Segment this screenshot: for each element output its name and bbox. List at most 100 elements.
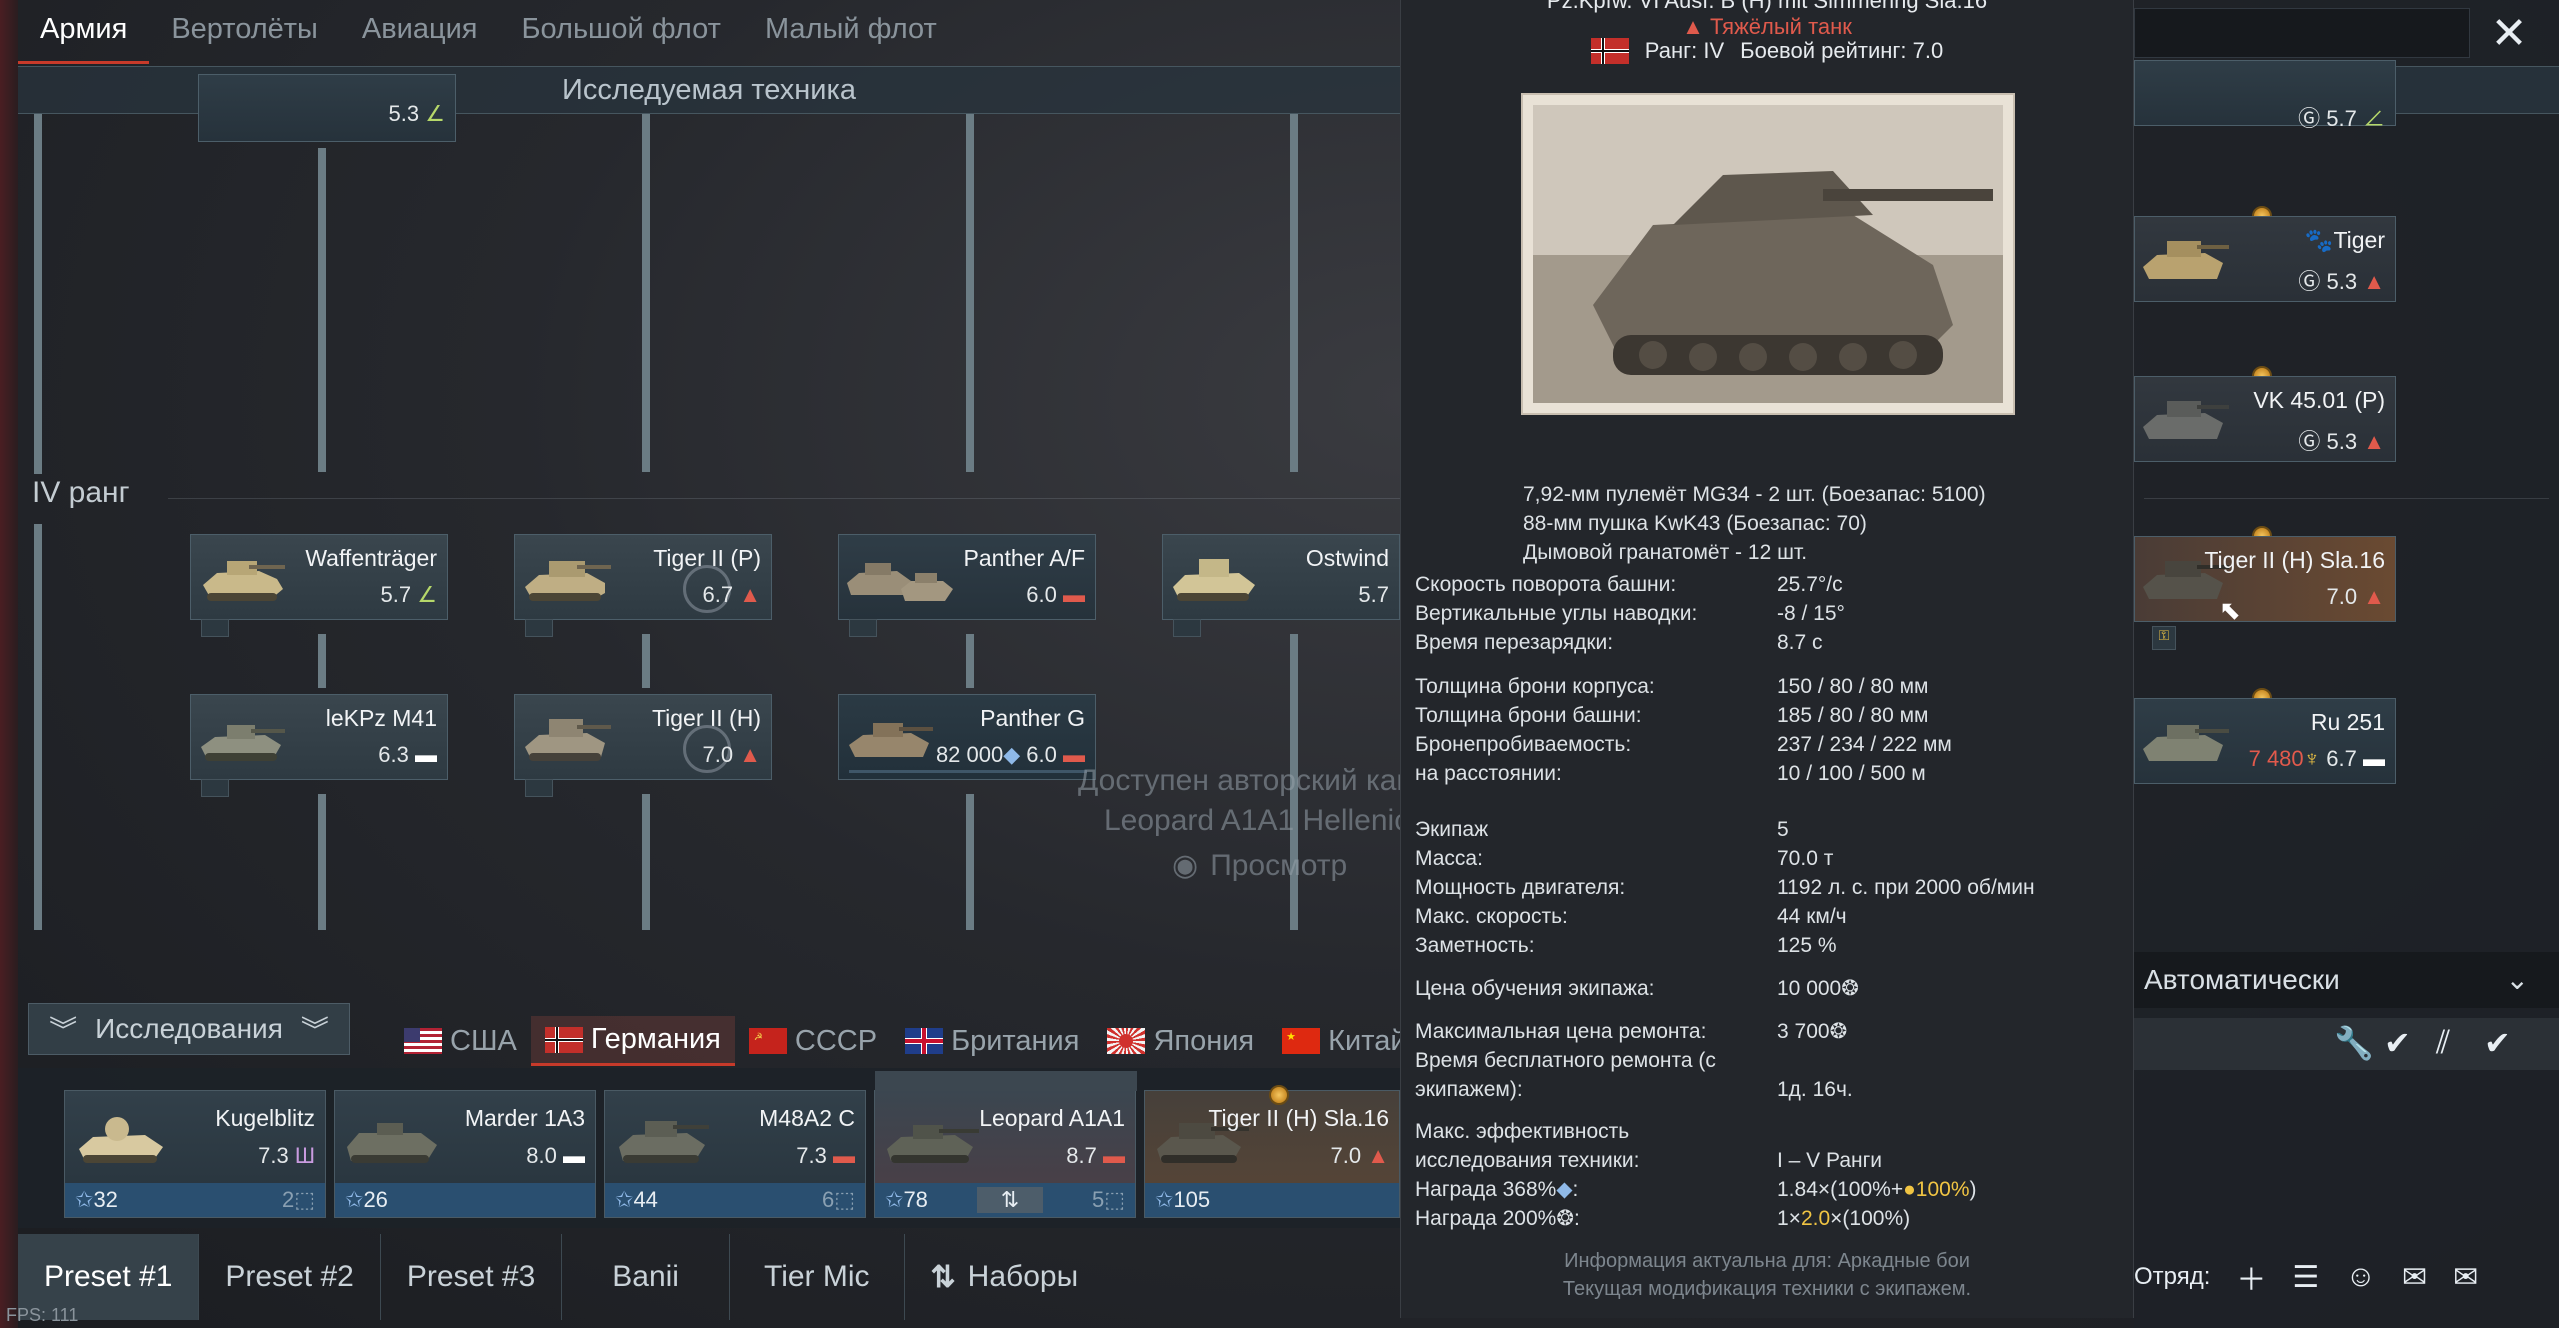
card-subslot — [525, 779, 553, 797]
chat-icon[interactable]: ✉ — [2402, 1260, 2427, 1295]
selected-slot-indicator — [875, 1071, 1137, 1091]
card-br: 6.0 — [1026, 582, 1057, 607]
slot-name: Leopard A1A1 — [979, 1105, 1125, 1131]
crew-count: 5 — [1091, 1187, 1105, 1212]
tech-card-lekpz-m41[interactable]: leKPz M41 6.3 ▬ — [190, 694, 448, 797]
checkmark-icon[interactable]: ✔ — [2384, 1024, 2411, 1062]
tech-card-tiger[interactable]: 🐾Tiger Ⓖ 5.3 ▲ — [2134, 216, 2396, 302]
stat-row: на расстоянии: 10 / 100 / 500 м — [1415, 759, 2115, 788]
stat-row: Время перезарядки: 8.7 с — [1415, 628, 2115, 657]
tree-line — [34, 114, 42, 474]
crew-star-icon: ✩ — [75, 1187, 94, 1212]
checkmark-all-icon[interactable]: ✔ — [2484, 1024, 2511, 1062]
tech-card-ru251[interactable]: Ru 251 7 480♆ 6.7 ▬ — [2134, 698, 2396, 784]
card-name: Waffenträger — [305, 545, 437, 571]
crew-level: 44 — [633, 1187, 658, 1212]
premium-medal-icon: ● — [1903, 1178, 1916, 1201]
presets-label: Наборы — [967, 1260, 1079, 1293]
battle-rating: Боевой рейтинг: 7.0 — [1740, 38, 1944, 63]
slot-name: Kugelblitz — [215, 1105, 315, 1131]
card-br: 7.0 — [702, 742, 734, 767]
rank-badge-icon: Ⓖ — [2298, 429, 2321, 454]
crew-star-icon: ✩ — [1155, 1187, 1174, 1212]
nation-tab-britain[interactable]: Британия — [891, 1016, 1093, 1066]
nation-tab-china[interactable]: ★ Китай — [1268, 1016, 1420, 1066]
stat-row: исследования техники: I – V Ранги — [1415, 1146, 2115, 1175]
nation-tab-japan[interactable]: Япония — [1093, 1016, 1268, 1066]
tech-card-tiger-ii-sla16-selected[interactable]: Tiger II (H) Sla.16 7.0 ▲ ⬉ — [2134, 536, 2396, 625]
slot-br: 8.0 — [526, 1143, 557, 1168]
stat-value: 70.0 т — [1777, 847, 1834, 870]
medium-tank-icon: ▬ — [833, 1143, 855, 1168]
tech-card-panther-g[interactable]: Panther G 82 000◆ 6.0 ▬ — [838, 694, 1096, 780]
preview-button[interactable]: ◉ Просмотр — [1172, 848, 1347, 883]
stat-key: экипажем): — [1415, 1078, 1523, 1101]
crew-slot-kugelblitz[interactable]: Kugelblitz 7.3 Ш ✩32 2⬚ — [64, 1090, 326, 1218]
add-squad-icon[interactable]: ＋ — [2236, 1255, 2266, 1299]
swap-icon[interactable]: ⇅ — [976, 1187, 1044, 1213]
card-br: 5.7 — [380, 582, 412, 607]
tech-card-panther-af[interactable]: Panther A/F 6.0 ▬ — [838, 534, 1096, 637]
search-input[interactable] — [2134, 8, 2470, 58]
card-name: Tiger II (H) Sla.16 — [2204, 547, 2385, 573]
tree-line — [642, 114, 650, 472]
tree-line — [642, 634, 650, 688]
slot-name: Tiger II (H) Sla.16 — [1208, 1105, 1389, 1131]
tech-card-ostwind[interactable]: Ostwind 5.7 — [1162, 534, 1400, 637]
stat-row: Бронепробиваемость: 237 / 234 / 222 мм — [1415, 730, 2115, 759]
tech-card-tiger-ii-p[interactable]: Tiger II (P) 6.7 ▲ — [514, 534, 772, 637]
tank-thumbnail — [343, 1103, 443, 1173]
mail-icon[interactable]: ✉ — [2453, 1260, 2478, 1295]
crew-slot-marder[interactable]: Marder 1A3 8.0 ▬ ✩26 — [334, 1090, 596, 1218]
preset-tab-2[interactable]: Preset #2 — [199, 1234, 381, 1320]
preset-tab-3[interactable]: Preset #3 — [381, 1234, 563, 1320]
vehicle-class: ▲ Тяжёлый танк — [1401, 14, 2133, 40]
nation-tab-usa[interactable]: США — [390, 1016, 531, 1066]
tank-thumbnail — [2139, 385, 2231, 453]
tech-card-partial-right[interactable]: Ⓖ 5.7 ∠ — [2134, 60, 2396, 131]
stat-value: 185 / 80 / 80 мм — [1777, 704, 1929, 727]
tree-line — [966, 114, 974, 472]
stats-economy: Цена обучения экипажа: 10 000❂ — [1415, 974, 2115, 1003]
tab-aviation[interactable]: Авиация — [340, 0, 500, 64]
info-note: Информация актуальна для: Аркадные бои — [1564, 1250, 1970, 1272]
spaa-icon: Ш — [294, 1143, 315, 1168]
nation-tab-germany[interactable]: Германия — [530, 1016, 735, 1066]
auto-select-dropdown[interactable]: Автоматически ⌄ — [2134, 952, 2559, 1008]
tank-thumbnail — [197, 543, 289, 611]
crew-slot-m48a2c[interactable]: M48A2 C 7.3 ▬ ✩44 6⬚ — [604, 1090, 866, 1218]
stat-key: Заметность: — [1415, 934, 1535, 957]
stats-research: Макс. эффективность исследования техники… — [1415, 1117, 2115, 1233]
tank-thumbnail — [1169, 543, 1261, 611]
wrench-icon[interactable]: 🔧 — [2334, 1024, 2374, 1062]
preset-tab-tier-mic[interactable]: Tier Mic — [730, 1234, 905, 1320]
research-label: Исследования — [95, 1013, 283, 1044]
card-br: 6.0 — [1026, 742, 1057, 767]
tab-helicopters[interactable]: Вертолёты — [149, 0, 340, 64]
tech-card-partial[interactable]: 5.3 ∠ — [198, 74, 456, 142]
nation-label: США — [450, 1024, 517, 1057]
stat-row: Макс. эффективность — [1415, 1117, 2115, 1146]
crew-slot-leopard-a1a1[interactable]: Leopard A1A1 8.7 ▬ ✩78 ⇅ 5⬚ — [874, 1071, 1137, 1218]
stat-value: 25.7°/с — [1777, 573, 1843, 596]
nation-tab-ussr[interactable]: ☭ СССР — [735, 1016, 891, 1066]
preset-tab-banii[interactable]: Banii — [562, 1234, 730, 1320]
list-icon[interactable]: ☰ — [2292, 1260, 2319, 1295]
ammo-icon[interactable]: ⫽ — [2436, 1024, 2450, 1062]
tab-army[interactable]: Армия — [18, 0, 150, 64]
crew-slot-tiger-ii-sla16[interactable]: Tiger II (H) Sla.16 7.0 ▲ ✩105 — [1144, 1085, 1400, 1218]
tab-bluewater-fleet[interactable]: Большой флот — [500, 0, 743, 64]
tab-coastal-fleet[interactable]: Малый флот — [743, 0, 959, 64]
research-toggle[interactable]: ︾ Исследования ︾ — [28, 1003, 350, 1055]
slot-name: Marder 1A3 — [464, 1105, 585, 1131]
tech-card-waffentrager[interactable]: Waffenträger 5.7 ∠ — [190, 534, 448, 637]
tech-card-tiger-ii-h[interactable]: Tiger II (H) 7.0 ▲ — [514, 694, 772, 797]
stat-key: Время перезарядки: — [1415, 631, 1614, 654]
presets-menu-button[interactable]: ⇅ Наборы — [905, 1234, 1105, 1320]
tech-card-vk4501p[interactable]: VK 45.01 (P) Ⓖ 5.3 ▲ — [2134, 376, 2396, 462]
friends-icon[interactable]: ☺ — [2345, 1260, 2376, 1294]
crew-level: 32 — [93, 1187, 118, 1212]
usa-flag-icon — [404, 1028, 442, 1054]
close-icon[interactable]: ✕ — [2487, 12, 2531, 56]
slot-footer: ✩32 2⬚ — [65, 1183, 325, 1217]
